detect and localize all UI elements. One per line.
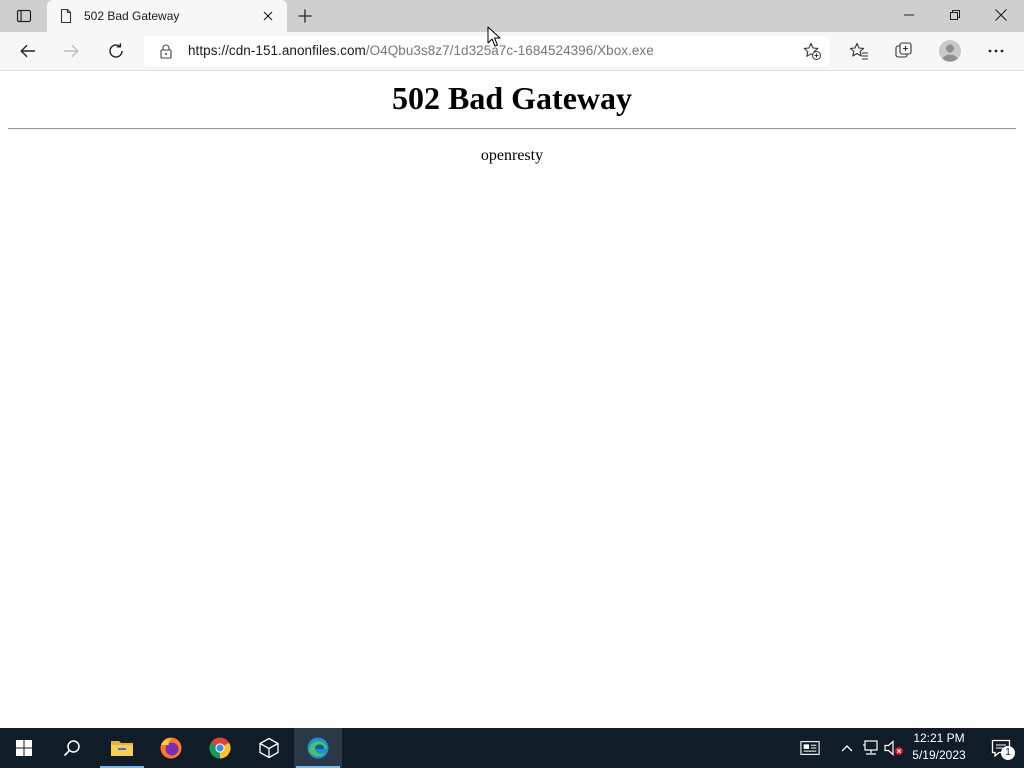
back-arrow-icon[interactable] [13,36,43,66]
plus-icon[interactable] [293,4,317,28]
star-add-icon[interactable] [802,41,822,61]
network-icon[interactable] [861,738,881,758]
close-icon[interactable] [978,0,1024,30]
url-host: https://cdn-151.anonfiles.com [188,43,366,58]
chevron-up-icon[interactable] [837,738,857,758]
volume-muted-icon[interactable] [884,738,904,758]
url-path: /O4Qbu3s8z7/1d325a7c-1684524396/Xbox.exe [365,43,654,58]
refresh-icon[interactable] [101,36,131,66]
close-icon[interactable] [260,8,276,24]
divider [8,128,1016,130]
system-clock[interactable]: 12:21 PM 5/19/2023 [906,730,972,766]
favorites-icon[interactable] [844,36,874,66]
browser-titlebar: 502 Bad Gateway [0,0,1024,32]
3d-viewer-icon[interactable] [245,728,293,768]
minimize-icon[interactable] [886,0,932,30]
collections-icon[interactable] [889,36,919,66]
tab-title: 502 Bad Gateway [84,9,180,23]
news-icon[interactable] [800,738,820,758]
clock-time: 12:21 PM [913,731,965,745]
page-heading: 502 Bad Gateway [392,80,632,116]
restore-icon[interactable] [932,0,978,30]
file-explorer-icon[interactable] [98,728,146,768]
url-text[interactable]: https://cdn-151.anonfiles.com/O4Qbu3s8z7… [188,36,654,66]
page-icon [58,8,74,24]
more-icon[interactable] [981,36,1011,66]
search-icon[interactable] [48,728,96,768]
tab-actions-icon[interactable] [8,4,40,28]
forward-arrow-icon[interactable] [56,36,86,66]
edge-icon[interactable] [294,728,342,768]
browser-tab[interactable]: 502 Bad Gateway [47,0,287,32]
mouse-cursor-icon [487,26,501,48]
page-content: 502 Bad Gateway openresty [0,71,1024,728]
taskbar: 12:21 PM 5/19/2023 1 [0,728,1024,768]
notification-center-icon[interactable]: 1 [978,728,1024,768]
profile-icon[interactable] [935,36,965,66]
lock-icon[interactable] [158,43,174,59]
chrome-icon[interactable] [196,728,244,768]
browser-toolbar: https://cdn-151.anonfiles.com/O4Qbu3s8z7… [0,32,1024,71]
start-icon[interactable] [0,728,48,768]
server-name: openresty [480,147,544,164]
firefox-icon[interactable] [147,728,195,768]
notification-badge: 1 [1001,746,1015,760]
clock-date: 5/19/2023 [912,748,966,762]
